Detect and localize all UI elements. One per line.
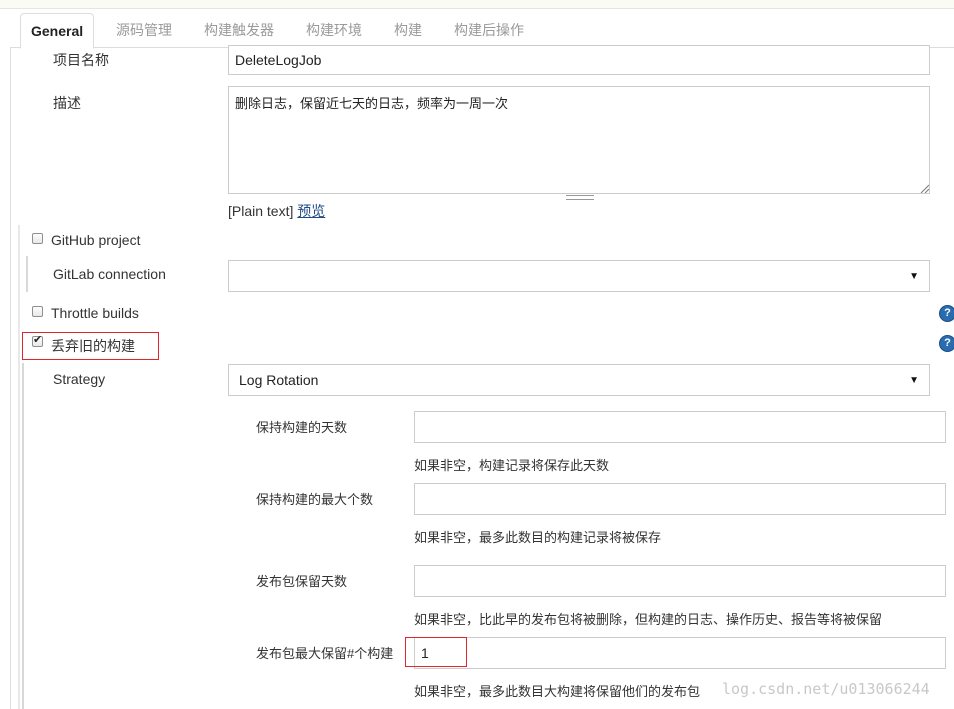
format-info: [Plain text] 预览 (228, 201, 325, 221)
artifact-max-input[interactable]: 1 (414, 637, 946, 669)
discard-highlight-box (22, 332, 159, 360)
top-strip (0, 0, 954, 9)
github-project-checkbox[interactable] (32, 233, 43, 244)
strategy-value: Log Rotation (239, 372, 319, 388)
options-section-bar (18, 225, 20, 709)
github-subsection-bar (26, 256, 28, 292)
watermark: log.csdn.net/u013066244 (722, 680, 930, 698)
chevron-down-icon: ▼ (909, 374, 919, 386)
tab-build-environment[interactable]: 构建环境 (306, 13, 362, 47)
project-name-input[interactable]: DeleteLogJob (228, 45, 930, 75)
tab-build-triggers[interactable]: 构建触发器 (204, 13, 274, 47)
days-to-keep-label: 保持构建的天数 (256, 420, 348, 435)
textarea-resize-grip[interactable] (566, 195, 594, 200)
artifact-days-hint: 如果非空，比此早的发布包将被删除，但构建的日志、操作历史、报告等将被保留 (414, 612, 883, 627)
discard-subsection-bar (22, 363, 24, 709)
discard-help-icon[interactable]: ? (939, 335, 954, 352)
gitlab-connection-label: GitLab connection (53, 266, 166, 282)
github-project-label: GitHub project (51, 232, 141, 248)
throttle-builds-checkbox[interactable] (32, 306, 43, 317)
artifact-days-input[interactable] (414, 565, 946, 597)
description-label: 描述 (53, 95, 81, 111)
max-builds-input[interactable] (414, 483, 946, 515)
strategy-label: Strategy (53, 371, 106, 387)
tab-build[interactable]: 构建 (394, 13, 422, 47)
chevron-down-icon: ▼ (909, 270, 919, 282)
plain-text-label: [Plain text] (228, 203, 294, 219)
tab-post-build-actions[interactable]: 构建后操作 (454, 13, 524, 47)
project-name-value: DeleteLogJob (235, 52, 322, 68)
config-tabs: General 源码管理 构建触发器 构建环境 构建 构建后操作 (20, 13, 954, 49)
throttle-builds-label: Throttle builds (51, 305, 139, 321)
tab-source-management[interactable]: 源码管理 (116, 13, 172, 47)
days-to-keep-hint: 如果非空，构建记录将保存此天数 (414, 458, 610, 473)
strategy-select[interactable]: Log Rotation ▼ (228, 364, 930, 396)
artifact-max-hint: 如果非空，最多此数目大构建将保留他们的发布包 (414, 684, 701, 699)
tab-general[interactable]: General (20, 13, 95, 49)
artifact-max-label: 发布包最大保留#个构建 (256, 646, 394, 661)
gitlab-connection-select[interactable]: ▼ (228, 260, 930, 292)
resize-corner-icon[interactable] (919, 183, 929, 193)
description-textarea[interactable]: 删除日志，保留近七天的日志，频率为一周一次 (228, 86, 930, 194)
artifact-days-label: 发布包保留天数 (256, 574, 348, 589)
artifact-max-highlight-box (405, 637, 467, 667)
throttle-help-icon[interactable]: ? (939, 305, 954, 322)
max-builds-label: 保持构建的最大个数 (256, 492, 374, 507)
project-name-label: 项目名称 (53, 52, 109, 68)
preview-link[interactable]: 预览 (297, 203, 325, 219)
days-to-keep-input[interactable] (414, 411, 946, 443)
description-value: 删除日志，保留近七天的日志，频率为一周一次 (235, 96, 509, 111)
left-divider (10, 48, 11, 709)
max-builds-hint: 如果非空，最多此数目的构建记录将被保存 (414, 530, 662, 545)
